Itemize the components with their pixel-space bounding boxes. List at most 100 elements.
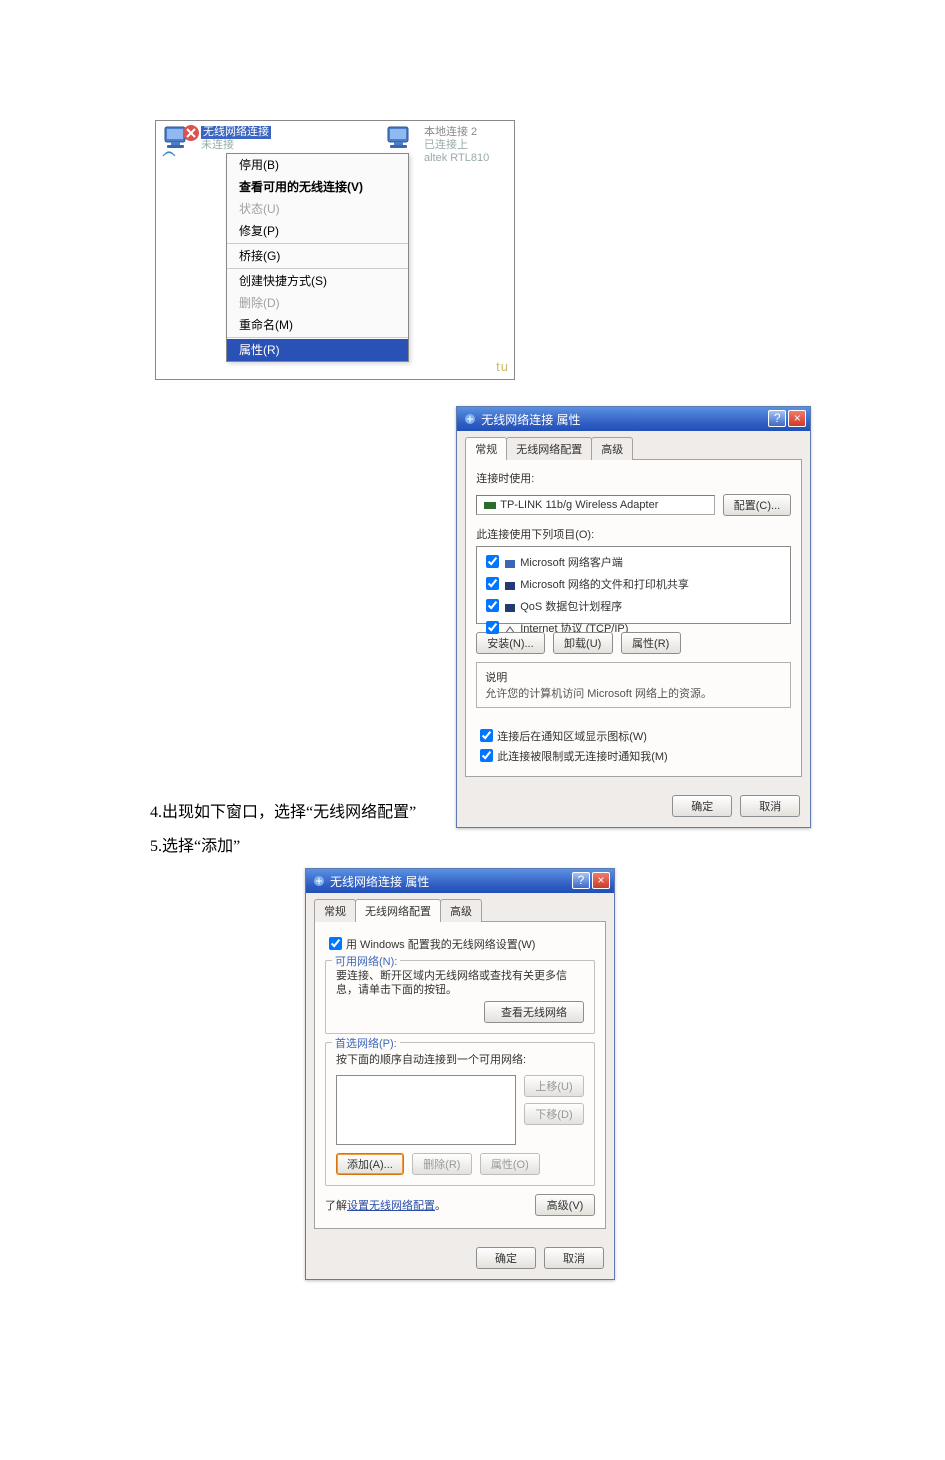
properties-dialog-general: 无线网络连接 属性 ? × 常规 无线网络配置 高级 连接时使用: bbox=[456, 406, 811, 828]
remove-button: 删除(R) bbox=[412, 1153, 472, 1175]
window-icon bbox=[463, 412, 477, 426]
show-icon-row[interactable]: 连接后在通知区域显示图标(W) bbox=[476, 724, 791, 744]
move-up-button: 上移(U) bbox=[524, 1075, 584, 1097]
configure-button[interactable]: 配置(C)... bbox=[723, 494, 791, 516]
notify-checkbox[interactable] bbox=[480, 749, 493, 762]
watermark: tu bbox=[496, 359, 509, 374]
menu-view-wireless[interactable]: 查看可用的无线连接(V) bbox=[227, 176, 408, 198]
menu-repair[interactable]: 修复(P) bbox=[227, 220, 408, 242]
item-checkbox[interactable] bbox=[486, 599, 499, 612]
tab-general[interactable]: 常规 bbox=[314, 899, 356, 922]
preferred-networks-list[interactable] bbox=[336, 1075, 516, 1145]
wireless-computer-icon bbox=[161, 124, 201, 159]
add-button[interactable]: 添加(A)... bbox=[336, 1153, 404, 1175]
tab-general[interactable]: 常规 bbox=[465, 437, 507, 460]
tab-advanced[interactable]: 高级 bbox=[440, 899, 482, 922]
cancel-button[interactable]: 取消 bbox=[544, 1247, 604, 1269]
menu-rename[interactable]: 重命名(M) bbox=[227, 314, 408, 336]
dialog-title: 无线网络连接 属性 bbox=[330, 873, 429, 890]
close-button[interactable]: × bbox=[788, 410, 806, 427]
document-page: 无线网络连接 未连接 本地连接 2 已连接上 altek RTL810 停用(B… bbox=[0, 0, 945, 1460]
properties-dialog-wireless: 无线网络连接 属性 ? × 常规 无线网络配置 高级 用 Windows 配置我… bbox=[305, 868, 615, 1280]
wireless-status: 未连接 bbox=[201, 139, 234, 151]
notify-row[interactable]: 此连接被限制或无连接时通知我(M) bbox=[476, 744, 791, 764]
tab-panel: 用 Windows 配置我的无线网络设置(W) 可用网络(N): 要连接、断开区… bbox=[314, 922, 606, 1229]
available-networks-desc: 要连接、断开区域内无线网络或查找有关更多信息，请单击下面的按钮。 bbox=[336, 969, 584, 997]
available-networks-group: 可用网络(N): 要连接、断开区域内无线网络或查找有关更多信息，请单击下面的按钮… bbox=[325, 960, 595, 1034]
item-properties-button[interactable]: 属性(R) bbox=[621, 632, 681, 654]
client-icon bbox=[503, 558, 517, 569]
pref-properties-button: 属性(O) bbox=[480, 1153, 540, 1175]
list-item[interactable]: QoS 数据包计划程序 bbox=[482, 594, 785, 616]
items-label: 此连接使用下列项目(O): bbox=[476, 526, 791, 542]
adapter-field: TP-LINK 11b/g Wireless Adapter bbox=[476, 495, 715, 515]
list-item[interactable]: Microsoft 网络的文件和打印机共享 bbox=[482, 572, 785, 594]
tab-strip: 常规 无线网络配置 高级 bbox=[465, 437, 802, 460]
available-networks-title: 可用网络(N): bbox=[332, 953, 400, 969]
qos-icon bbox=[503, 602, 517, 613]
cancel-button[interactable]: 取消 bbox=[740, 795, 800, 817]
lan-title: 本地连接 2 bbox=[424, 126, 477, 138]
lan-adapter: altek RTL810 bbox=[424, 152, 489, 164]
menu-status: 状态(U) bbox=[227, 198, 408, 220]
dialog-titlebar[interactable]: 无线网络连接 属性 ? × bbox=[457, 407, 810, 431]
preferred-networks-title: 首选网络(P): bbox=[332, 1035, 400, 1051]
ok-button[interactable]: 确定 bbox=[672, 795, 732, 817]
items-list[interactable]: Microsoft 网络客户端 Microsoft 网络的文件和打印机共享 Qo… bbox=[476, 546, 791, 624]
learn-text: 了解设置无线网络配置。 bbox=[325, 1197, 446, 1213]
preferred-networks-group: 首选网络(P): 按下面的顺序自动连接到一个可用网络: 上移(U) 下移(D) … bbox=[325, 1042, 595, 1186]
description-box: 说明 允许您的计算机访问 Microsoft 网络上的资源。 bbox=[476, 662, 791, 708]
list-item[interactable]: Microsoft 网络客户端 bbox=[482, 550, 785, 572]
context-menu-screenshot: 无线网络连接 未连接 本地连接 2 已连接上 altek RTL810 停用(B… bbox=[155, 120, 515, 380]
menu-disable[interactable]: 停用(B) bbox=[227, 154, 408, 176]
use-windows-row[interactable]: 用 Windows 配置我的无线网络设置(W) bbox=[325, 932, 595, 952]
dialog-footer: 确定 取消 bbox=[306, 1237, 614, 1279]
context-menu: 停用(B) 查看可用的无线连接(V) 状态(U) 修复(P) 桥接(G) 创建快… bbox=[226, 153, 409, 362]
description-title: 说明 bbox=[485, 669, 782, 685]
tab-strip: 常规 无线网络配置 高级 bbox=[314, 899, 606, 922]
menu-separator bbox=[227, 268, 408, 269]
adapter-icon bbox=[483, 500, 497, 511]
menu-separator bbox=[227, 337, 408, 338]
move-down-button: 下移(D) bbox=[524, 1103, 584, 1125]
dialog-body: 常规 无线网络配置 高级 用 Windows 配置我的无线网络设置(W) 可用网… bbox=[306, 893, 614, 1237]
wireless-title: 无线网络连接 bbox=[201, 126, 271, 139]
dialog-footer: 确定 取消 bbox=[457, 785, 810, 827]
dialog-titlebar[interactable]: 无线网络连接 属性 ? × bbox=[306, 869, 614, 893]
description-text: 允许您的计算机访问 Microsoft 网络上的资源。 bbox=[485, 685, 782, 701]
lan-status: 已连接上 bbox=[424, 139, 468, 151]
ok-button[interactable]: 确定 bbox=[476, 1247, 536, 1269]
item-checkbox[interactable] bbox=[486, 621, 499, 634]
close-button[interactable]: × bbox=[592, 872, 610, 889]
lan-connection-label: 本地连接 2 已连接上 altek RTL810 bbox=[424, 124, 489, 165]
help-button[interactable]: ? bbox=[572, 872, 590, 889]
service-icon bbox=[503, 580, 517, 591]
menu-properties[interactable]: 属性(R) bbox=[227, 339, 408, 361]
learn-link[interactable]: 设置无线网络配置 bbox=[347, 1200, 435, 1212]
wireless-connection-label: 无线网络连接 未连接 bbox=[201, 124, 271, 152]
step4-caption: 4.出现如下窗口，选择“无线网络配置” bbox=[150, 798, 416, 822]
show-icon-checkbox[interactable] bbox=[480, 729, 493, 742]
use-windows-checkbox[interactable] bbox=[329, 937, 342, 950]
menu-shortcut[interactable]: 创建快捷方式(S) bbox=[227, 270, 408, 292]
connect-using-label: 连接时使用: bbox=[476, 470, 791, 486]
menu-delete: 删除(D) bbox=[227, 292, 408, 314]
install-button[interactable]: 安装(N)... bbox=[476, 632, 544, 654]
step5-caption: 5.选择“添加” bbox=[150, 832, 240, 856]
dialog-body: 常规 无线网络配置 高级 连接时使用: TP-LINK 11b/g Wirele… bbox=[457, 431, 810, 785]
tab-panel: 连接时使用: TP-LINK 11b/g Wireless Adapter 配置… bbox=[465, 460, 802, 777]
tab-wireless-config[interactable]: 无线网络配置 bbox=[506, 437, 592, 460]
tab-wireless-config[interactable]: 无线网络配置 bbox=[355, 899, 441, 922]
dialog-title: 无线网络连接 属性 bbox=[481, 411, 580, 428]
item-checkbox[interactable] bbox=[486, 577, 499, 590]
help-button[interactable]: ? bbox=[768, 410, 786, 427]
window-icon bbox=[312, 874, 326, 888]
item-checkbox[interactable] bbox=[486, 555, 499, 568]
view-wireless-button[interactable]: 查看无线网络 bbox=[484, 1001, 584, 1023]
menu-bridge[interactable]: 桥接(G) bbox=[227, 245, 408, 267]
preferred-networks-desc: 按下面的顺序自动连接到一个可用网络: bbox=[336, 1051, 584, 1067]
uninstall-button[interactable]: 卸载(U) bbox=[553, 632, 613, 654]
advanced-button[interactable]: 高级(V) bbox=[535, 1194, 595, 1216]
tab-advanced[interactable]: 高级 bbox=[591, 437, 633, 460]
adapter-name: TP-LINK 11b/g Wireless Adapter bbox=[500, 499, 658, 511]
